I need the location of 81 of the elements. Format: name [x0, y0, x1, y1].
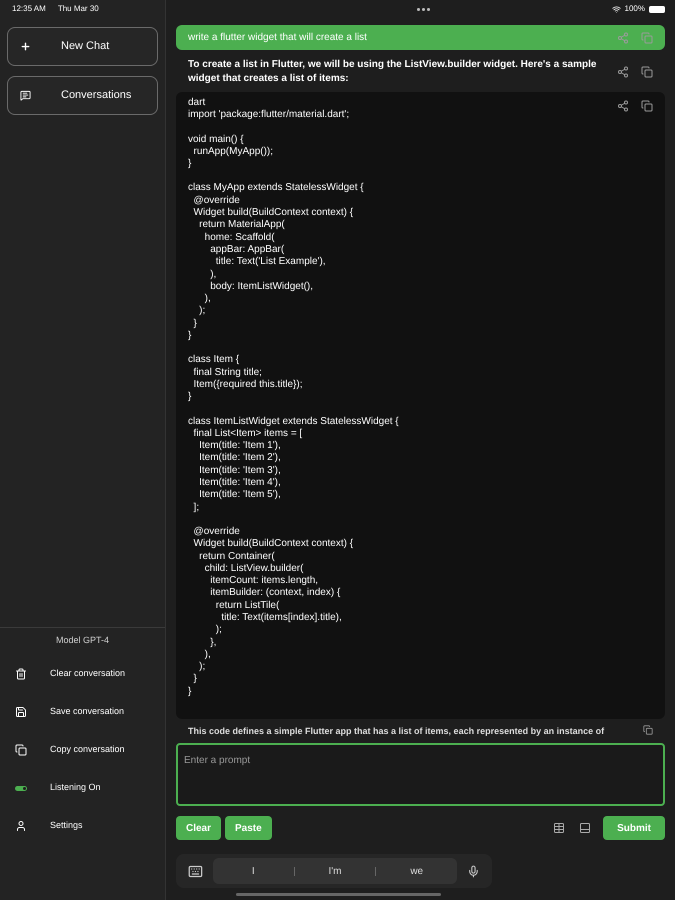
prompt-input[interactable]: Enter a prompt	[176, 743, 665, 806]
plus-icon	[20, 41, 31, 52]
status-time: 12:35 AM	[12, 3, 46, 15]
code-line: }	[188, 391, 192, 404]
code-line: final List<Item> items = [	[192, 428, 302, 440]
code-line: import 'package:flutter/material.dart';	[188, 109, 350, 122]
code-line: );	[198, 305, 206, 318]
code-line: Widget build(BuildContext context) {	[192, 538, 354, 550]
battery-percent: 100%	[624, 3, 645, 15]
code-line: ),	[204, 293, 211, 306]
code-line: }	[192, 673, 197, 686]
code-line: );	[198, 661, 206, 674]
suggestion-button[interactable]: we	[376, 864, 458, 878]
code-line: ];	[192, 502, 200, 514]
response-text: To create a list in Flutter, we will be using the ListView.builder widget. Here's a sample widget that creates a list of items:	[188, 58, 598, 86]
code-line: }	[188, 686, 192, 698]
code-line: Item(title: 'Item 4'),	[198, 477, 281, 490]
keyboard-icon[interactable]	[188, 864, 203, 878]
code-line: ),	[209, 268, 216, 281]
suggestion-button[interactable]: I'm	[294, 864, 376, 878]
code-line: class ItemListWidget extends StatelessWidget {	[188, 416, 399, 428]
menu-item[interactable]: Save conversation	[0, 693, 165, 731]
microphone-icon[interactable]	[467, 864, 480, 878]
code-line: return MaterialApp(	[198, 219, 285, 232]
code-line: appBar: AppBar(	[209, 244, 284, 256]
code-line: home: Scaffold(	[204, 232, 275, 244]
copy-icon[interactable]	[641, 66, 653, 78]
code-line: final String title;	[192, 366, 262, 379]
status-date: Thu Mar 30	[58, 3, 99, 15]
code-line: );	[214, 624, 222, 637]
code-line: return ListTile(	[214, 600, 280, 612]
trash-icon	[15, 668, 27, 680]
user-message: write a flutter widget that will create a list	[176, 25, 665, 50]
code-line: void main() {	[188, 134, 244, 146]
copy-icon[interactable]	[641, 100, 653, 112]
code-line: runApp(MyApp());	[192, 146, 274, 158]
code-line: itemBuilder: (context, index) {	[209, 587, 340, 600]
code-line: ),	[204, 648, 211, 662]
code-line: itemCount: items.length,	[209, 575, 318, 588]
code-line: title: Text('List Example'),	[214, 256, 326, 269]
code-line: title: Text(items[index].title),	[221, 612, 342, 624]
code-line: @override	[192, 526, 240, 538]
code-line: Item(title: 'Item 5'),	[198, 489, 281, 502]
menu-item[interactable]: Clear conversation	[0, 655, 165, 693]
toggle-switch[interactable]	[15, 786, 27, 790]
code-line: Item(title: 'Item 1'),	[198, 440, 281, 452]
share-icon[interactable]	[617, 100, 629, 112]
menu-item[interactable]: Settings	[0, 807, 165, 845]
code-line: Widget build(BuildContext context) {	[192, 207, 354, 220]
suggestion-button[interactable]: I	[212, 864, 294, 878]
copy-icon	[15, 744, 27, 756]
table-icon[interactable]	[553, 822, 566, 834]
code-language: dart	[188, 97, 206, 110]
panel-icon[interactable]	[579, 822, 592, 834]
model-label: Model GPT-4	[54, 634, 110, 646]
menu-item[interactable]: Listening On	[0, 769, 165, 807]
code-line: Item({required this.title});	[192, 378, 302, 392]
wifi-icon	[612, 4, 621, 14]
share-icon[interactable]	[617, 66, 629, 78]
code-line: child: ListView.builder(	[204, 562, 304, 576]
code-line: class Item {	[188, 354, 240, 367]
code-line: }	[188, 330, 192, 342]
code-line: Item(title: 'Item 2'),	[198, 452, 281, 465]
chat-bubble-icon	[20, 90, 31, 101]
code-line: },	[210, 636, 216, 649]
response-text: This code defines a simple Flutter app that has a list of items, each represented by an instance of	[188, 725, 604, 737]
copy-icon[interactable]	[643, 725, 653, 735]
code-line: class MyApp extends StatelessWidget {	[188, 182, 364, 195]
more-dots-icon	[417, 8, 430, 10]
new-chat-button[interactable]: New Chat	[7, 27, 158, 66]
code-line: Item(title: 'Item 3'),	[198, 464, 281, 478]
code-line: body: ItemListWidget(),	[210, 280, 314, 294]
menu-item[interactable]: Copy conversation	[0, 731, 165, 769]
battery-icon	[649, 6, 665, 12]
code-line: return Container(	[198, 550, 275, 563]
conversations-button[interactable]: Conversations	[7, 76, 158, 115]
code-line: }	[192, 318, 197, 330]
code-line: @override	[192, 194, 240, 208]
code-line: }	[188, 158, 192, 170]
person-icon	[15, 820, 27, 832]
save-icon	[15, 706, 27, 718]
